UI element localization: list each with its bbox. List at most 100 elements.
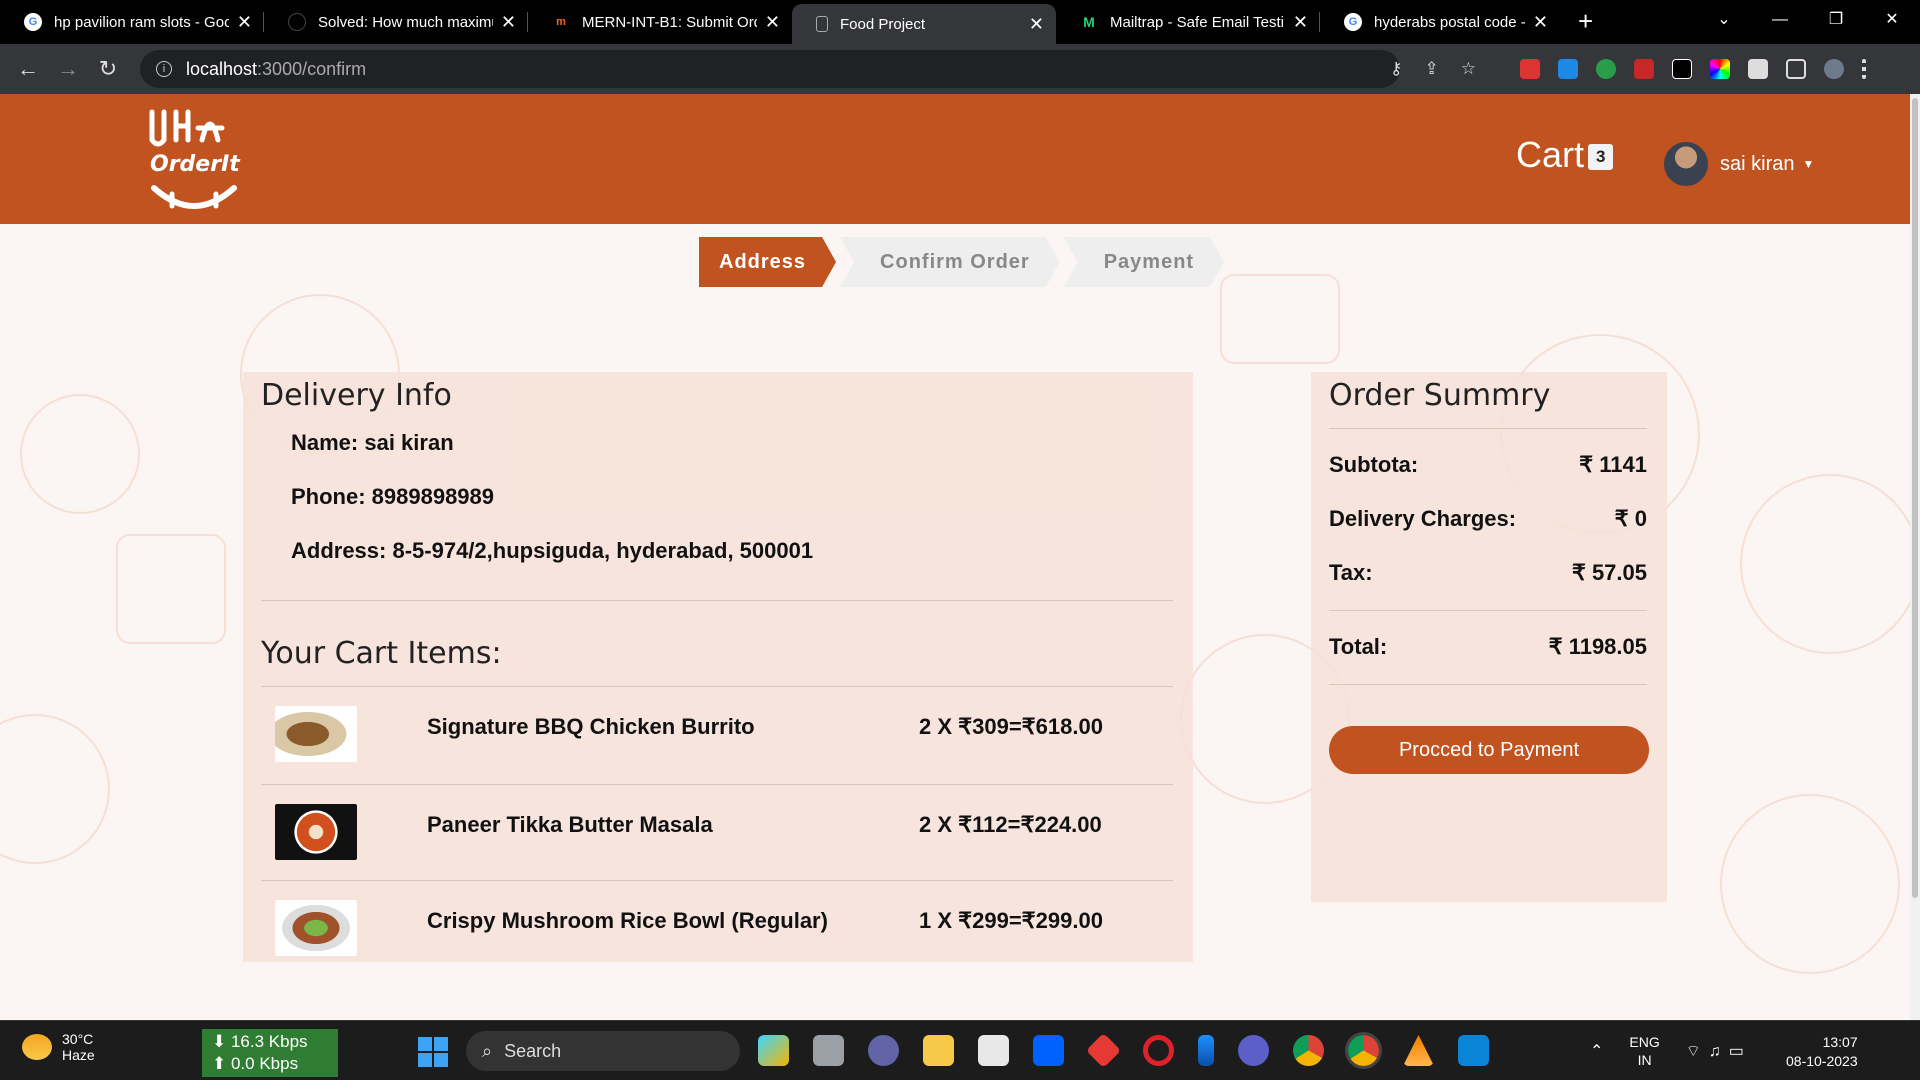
taskbar-search[interactable]: ⌕ Search [466,1031,740,1071]
browser-tab[interactable]: G hyderabs postal code - Goo ✕ [1320,0,1560,44]
close-icon[interactable]: ✕ [1293,12,1308,33]
item-price: 1 X ₹299=₹299.00 [919,908,1103,933]
user-menu[interactable]: sai kiran ▼ [1664,142,1814,186]
tax-value: ₹ 57.05 [1571,560,1647,585]
side-panel-icon[interactable] [1786,59,1806,79]
address-bar[interactable]: i localhost:3000/confirm [140,50,1400,88]
divider [261,600,1173,601]
divider [1329,684,1647,685]
app-icon[interactable] [1085,1032,1122,1069]
share-icon[interactable]: ⇪ [1424,59,1438,79]
scrollbar-thumb[interactable] [1912,98,1918,898]
restore-icon[interactable]: ❐ [1808,0,1864,40]
close-window-icon[interactable]: ✕ [1864,0,1920,40]
item-name[interactable]: Signature BBQ Chicken Burrito [427,714,755,740]
url-host: localhost [186,58,258,79]
chrome-icon[interactable] [1345,1032,1382,1069]
upload-speed: ⬆ 0.0 Kbps [212,1054,299,1073]
browser-tab[interactable]: G hp pavilion ram slots - Goo ✕ [0,0,264,44]
orderit-logo[interactable]: OrderIt [144,106,244,214]
opera-icon[interactable] [1143,1035,1174,1066]
close-icon[interactable]: ✕ [1029,14,1044,35]
extension-icon[interactable] [1520,59,1540,79]
network-speed-widget: ⬇ 16.3 Kbps ⬆ 0.0 Kbps [202,1029,338,1077]
subtotal-label: Subtota: [1329,452,1419,477]
language-indicator[interactable]: ENG IN [1629,1033,1659,1069]
page-viewport: OrderIt Cart 3 sai kiran ▼ Address Confir… [0,94,1910,1020]
forward-icon[interactable]: → [48,56,88,82]
back-icon[interactable]: ← [8,56,48,82]
puzzle-icon[interactable] [1748,59,1768,79]
item-name[interactable]: Crispy Mushroom Rice Bowl (Regular) [427,908,828,934]
delivery-address: Address: 8-5-974/2,hupsiguda, hyderabad,… [291,538,814,563]
dropbox-icon[interactable] [1033,1035,1064,1066]
extension-icon[interactable] [1596,59,1616,79]
close-icon[interactable]: ✕ [1533,12,1548,33]
windows-taskbar: 30°C Haze ⬇ 16.3 Kbps ⬆ 0.0 Kbps ⌕ Searc… [0,1020,1920,1080]
vscode-icon[interactable] [1458,1035,1489,1066]
proceed-to-payment-button[interactable]: Procced to Payment [1329,726,1649,774]
divider [1329,610,1647,611]
reload-icon[interactable]: ↻ [88,56,128,82]
search-icon: ⌕ [482,1040,493,1061]
tab-title: Food Project [840,15,926,33]
divider [261,880,1173,881]
wifi-volume-battery-icons[interactable]: ⌔♫▭ [1686,1041,1752,1061]
google-icon: G [1344,13,1362,31]
rice-bowl-image [275,900,357,956]
close-icon[interactable]: ✕ [237,12,252,33]
store-icon[interactable] [978,1035,1009,1066]
tab-search-icon[interactable]: ⌄ [1696,0,1752,40]
delivery-charges-label: Delivery Charges: [1329,506,1517,531]
search-label: Search [504,1040,562,1061]
app-icon[interactable] [1238,1035,1269,1066]
browser-tab-strip: G hp pavilion ram slots - Goo ✕ Solved: … [0,0,1920,44]
extension-icon[interactable] [1672,59,1692,79]
new-tab-button[interactable]: + [1578,6,1593,37]
step-confirm-order[interactable]: Confirm Order [840,237,1060,287]
chevron-up-icon[interactable]: ⌃ [1590,1041,1603,1061]
browser-tab-active[interactable]: Food Project ✕ [792,4,1056,44]
bing-icon[interactable] [1198,1035,1214,1066]
divider [261,686,1173,687]
browser-tab[interactable]: Solved: How much maximu ✕ [264,0,528,44]
tax-row: Tax: ₹ 57.05 [1329,560,1647,586]
item-name[interactable]: Paneer Tikka Butter Masala [427,812,713,838]
file-explorer-icon[interactable] [923,1035,954,1066]
total-row: Total: ₹ 1198.05 [1329,634,1647,660]
task-view-icon[interactable] [813,1035,844,1066]
vlc-icon[interactable] [1403,1035,1434,1066]
key-icon[interactable]: ⚷ [1390,59,1402,79]
windows-start-icon[interactable] [418,1037,448,1067]
info-icon[interactable]: i [156,61,172,77]
chrome-icon[interactable] [1293,1035,1324,1066]
tab-title: hp pavilion ram slots - Goo [54,13,229,31]
copilot-icon[interactable] [758,1035,789,1066]
item-price: 2 X ₹112=₹224.00 [919,812,1102,837]
step-payment[interactable]: Payment [1064,237,1224,287]
browser-tab[interactable]: M Mailtrap - Safe Email Testir ✕ [1056,0,1320,44]
window-controls: ⌄ — ❐ ✕ [1696,0,1920,40]
page-scrollbar[interactable] [1910,94,1920,1020]
profile-avatar-icon[interactable] [1824,59,1844,79]
star-icon[interactable]: ☆ [1461,59,1476,79]
close-icon[interactable]: ✕ [765,12,780,33]
step-address[interactable]: Address [699,237,836,287]
clock[interactable]: 13:07 08-10-2023 [1786,1033,1858,1071]
extension-icon[interactable] [1558,59,1578,79]
mailtrap-icon: M [1083,14,1095,30]
close-icon[interactable]: ✕ [501,12,516,33]
cart-items-title: Your Cart Items: [261,636,502,671]
teams-icon[interactable] [868,1035,899,1066]
extension-icon[interactable] [1710,59,1730,79]
region-code: IN [1637,1052,1652,1068]
extensions-bar [1520,59,1866,79]
user-name: sai kiran [1720,152,1795,175]
avatar [1664,142,1708,186]
menu-icon[interactable] [1862,59,1866,79]
weather-widget[interactable]: 30°C Haze [22,1031,95,1063]
cart-link[interactable]: Cart 3 [1516,134,1614,176]
browser-tab[interactable]: m MERN-INT-B1: Submit Ord ✕ [528,0,792,44]
minimize-icon[interactable]: — [1752,0,1808,40]
extension-icon[interactable] [1634,59,1654,79]
